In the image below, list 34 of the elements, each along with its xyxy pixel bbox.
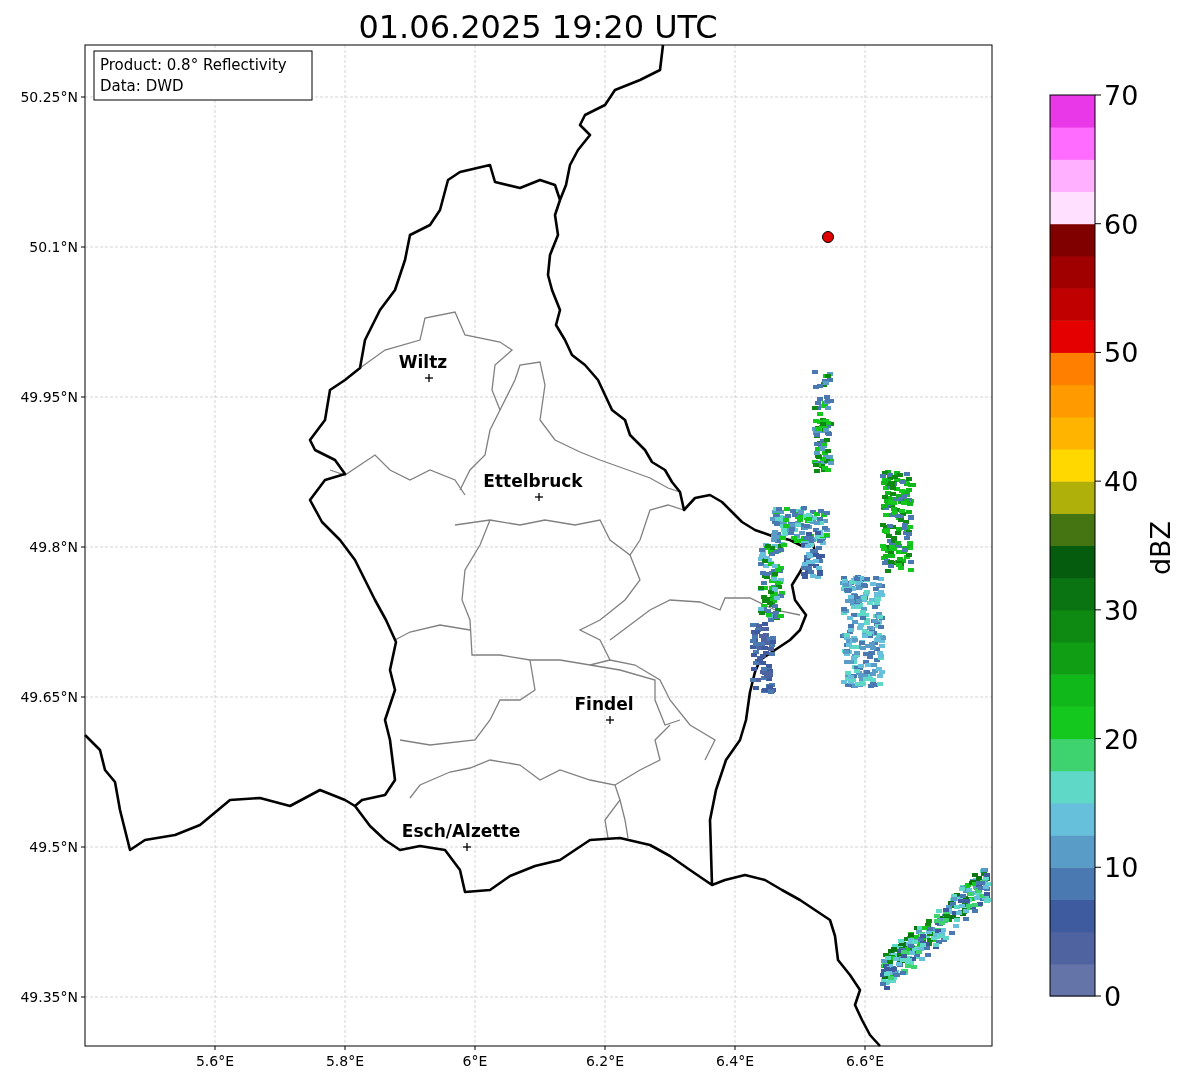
colorbar-tick-label: 10	[1104, 852, 1139, 884]
city-label: Esch/Alzette	[401, 821, 521, 841]
longitude-label: 6.4°E	[715, 1053, 755, 1069]
longitude-label: 6.6°E	[845, 1053, 885, 1069]
latitude-label: 49.5°N	[29, 839, 78, 855]
info-text: Product: 0.8° Reflectivity	[100, 56, 287, 74]
city-label: Findel	[574, 694, 634, 714]
latitude-label: 49.95°N	[20, 389, 78, 405]
longitude-label: 5.8°E	[325, 1053, 365, 1069]
colorbar-tick-label: 50	[1104, 337, 1139, 369]
colorbar-tick-label: 60	[1104, 208, 1139, 240]
city-label: Wiltz	[398, 352, 448, 372]
colorbar-tick-label: 70	[1104, 80, 1139, 111]
longitude-label: 5.6°E	[195, 1053, 235, 1069]
colorbar-tick-label: 30	[1104, 594, 1139, 626]
latitude-label: 49.35°N	[20, 989, 78, 1005]
longitude-label: 6°E	[462, 1053, 488, 1069]
latitude-label: 50.25°N	[20, 89, 78, 105]
city-marker-icon	[424, 373, 434, 383]
city-marker-icon	[605, 715, 615, 725]
latitude-label: 49.65°N	[20, 689, 78, 705]
city-label: Ettelbruck	[483, 471, 583, 491]
latitude-label: 49.8°N	[29, 539, 78, 555]
radar-site-marker	[822, 231, 834, 243]
colorbar-label: dBZ	[1145, 520, 1176, 576]
chart-title: 01.06.2025 19:20 UTC	[358, 8, 718, 46]
city-marker-icon	[462, 842, 472, 852]
info-text: Data: DWD	[100, 77, 184, 95]
longitude-label: 6.2°E	[585, 1053, 625, 1069]
city-marker-icon	[534, 492, 544, 502]
colorbar-tick-label: 40	[1104, 466, 1139, 498]
colorbar-tick-label: 20	[1104, 723, 1139, 755]
colorbar-tick-label: 0	[1104, 981, 1122, 1012]
latitude-label: 50.1°N	[29, 239, 78, 255]
